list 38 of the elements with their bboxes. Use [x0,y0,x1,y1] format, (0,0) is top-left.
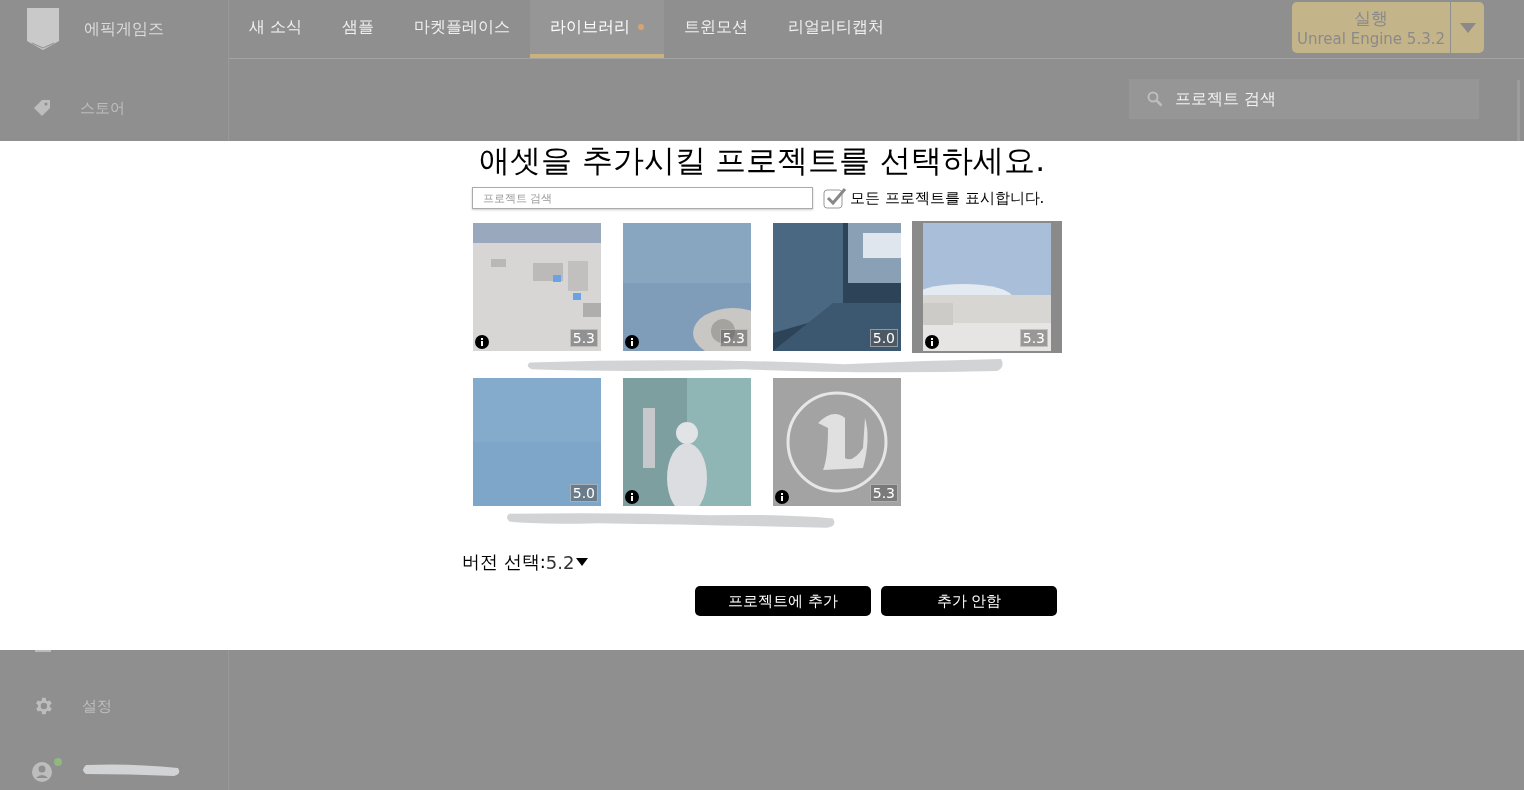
logo-icon [24,7,62,51]
search-field[interactable]: 프로젝트 검색 [1129,79,1479,119]
version-label: 5.0 [569,484,598,502]
version-label: 5.3 [719,329,748,347]
nav-tab[interactable]: 라이브러리 [530,0,665,58]
version-dropdown[interactable]: 5.2 [545,551,589,573]
nav-tab[interactable]: 마켓플레이스 [394,0,531,58]
info-icon[interactable] [775,490,789,504]
nav-tab[interactable]: 트윈모션 [664,0,769,58]
project-search-field[interactable]: 프로젝트 검색 [472,187,813,209]
info-icon[interactable] [625,335,639,349]
nav-tab[interactable]: 리얼리티캡처 [768,0,905,58]
project-tile[interactable]: 5.0 [762,221,912,353]
version-label: 5.0 [869,329,898,347]
version-label: 5.3 [869,484,898,502]
info-icon[interactable] [925,335,939,349]
nav-tab[interactable]: 샘플 [322,0,395,58]
search-icon [1147,91,1163,107]
launch-button[interactable]: 실행 Unreal Engine 5.3.2 [1292,2,1450,53]
version-select-label: 버전 선택: [462,550,546,574]
dialog-button[interactable]: 추가 안함 [881,586,1057,616]
caret-icon [576,558,589,566]
project-tile[interactable]: 5.3 [762,376,912,508]
info-icon[interactable] [475,335,489,349]
tag-icon [32,98,52,118]
project-tile[interactable]: 5.0 [462,376,612,508]
dialog-title: 애셋을 추가시킬 프로젝트를 선택하세요. [477,141,1047,179]
project-tile[interactable]: 5.3 [912,221,1062,353]
caret-icon [1459,22,1476,33]
version-label: 5.3 [1019,329,1048,347]
nav-tab[interactable]: 새 소식 [229,0,323,58]
show-all-checkbox[interactable]: 모든 프로젝트를 표시합니다. [823,187,1045,209]
project-tile[interactable]: 5.3 [462,221,612,353]
info-icon[interactable] [625,490,639,504]
version-label: 5.3 [569,329,598,347]
project-tile[interactable]: 5.3 [612,221,762,353]
brand-name: 에픽게임즈 [84,18,164,40]
dialog-button[interactable]: 프로젝트에 추가 [695,586,871,616]
